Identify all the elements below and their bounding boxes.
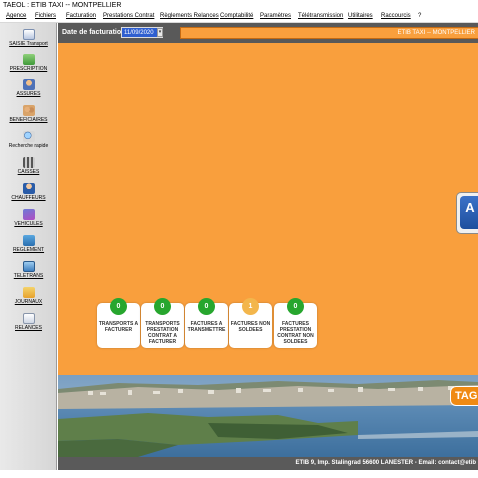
count-badge: 0 (287, 298, 304, 315)
menu-facturation[interactable]: Facturation (66, 11, 96, 22)
card-label: TRANSPORTS PRESTATION CONTRAT A FACTURER (145, 321, 180, 345)
journals-icon (22, 287, 35, 298)
card-factures-prestation-non-soldees[interactable]: 0 FACTURES PRESTATION CONTRAT NON SOLDEE… (274, 298, 317, 348)
beneficiaries-icon (22, 105, 35, 116)
count-badge: 0 (198, 298, 215, 315)
sidebar-item-beneficiaires[interactable]: BENEFICIAIRES (0, 105, 57, 123)
menu-comptabilite[interactable]: Comptabilité (220, 11, 253, 22)
date-picker-button[interactable]: ▾ (157, 28, 163, 37)
sidebar-item-vehicules[interactable]: VEHICULES (0, 209, 57, 227)
reminders-icon (22, 313, 35, 324)
window-title: TAEOL : ETIB TAXI -- MONTPELLIER (0, 0, 478, 11)
count-badge: 1 (242, 298, 259, 315)
menu-fichiers[interactable]: Fichiers (35, 11, 56, 22)
count-badge: 0 (154, 298, 171, 315)
sidebar-item-label: REGLEMENT (12, 247, 45, 253)
card-factures-non-soldees[interactable]: 1 FACTURES NON SOLDEES (229, 298, 272, 348)
sidebar-item-prescription[interactable]: PRESCRIPTION (0, 54, 57, 72)
card-label: TRANSPORTS A FACTURER (98, 321, 139, 333)
count-badge: 0 (110, 298, 127, 315)
menu-bar: Agence Fichiers Facturation Prestations … (0, 11, 478, 23)
sidebar-item-label: VEHICULES (14, 221, 43, 227)
company-banner: ETIB TAXI -- MONTPELLIER (180, 27, 478, 39)
menu-help[interactable]: ? (418, 11, 421, 22)
sidebar-item-label: SAISIE Transport (9, 41, 48, 47)
card-label: FACTURES NON SOLDEES (230, 321, 271, 333)
card-label: FACTURES A TRANSMETTRE (187, 321, 226, 333)
sidebar: SAISIE Transport PRESCRIPTION ASSURES BE… (0, 23, 57, 470)
card-factures-a-transmettre[interactable]: 0 FACTURES A TRANSMETTRE (185, 298, 228, 348)
prescription-icon (22, 54, 35, 65)
card-transports-prestation-contrat[interactable]: 0 TRANSPORTS PRESTATION CONTRAT A FACTUR… (141, 298, 184, 348)
billing-date-label: Date de facturation (62, 29, 126, 36)
sidebar-item-relances[interactable]: RELANCES (0, 313, 57, 331)
teletransmission-icon (22, 261, 35, 272)
sidebar-item-caisses[interactable]: CAISSES (0, 157, 57, 175)
menu-parametres[interactable]: Paramètres (260, 11, 291, 22)
sidebar-item-label: JOURNAUX (14, 299, 43, 305)
sidebar-item-chauffeurs[interactable]: CHAUFFEURS (0, 183, 57, 201)
menu-prestations-contrat[interactable]: Prestations Contrat (103, 11, 154, 22)
sidebar-item-label: BENEFICIAIRES (9, 117, 48, 123)
menu-teletransmission[interactable]: Télétransmission (298, 11, 343, 22)
card-transports-a-facturer[interactable]: 0 TRANSPORTS A FACTURER (97, 298, 140, 348)
sidebar-item-saisie-transport[interactable]: SAISIE Transport (0, 29, 57, 47)
sidebar-item-recherche-rapide[interactable]: Recherche rapide (0, 131, 57, 149)
menu-reglements-relances[interactable]: Règlements Relances (160, 11, 219, 22)
brand-tag: TAG (450, 386, 478, 406)
ambulance-icon (22, 29, 35, 40)
sidebar-item-journaux[interactable]: JOURNAUX (0, 287, 57, 305)
menu-utilitaires[interactable]: Utilitaires (348, 11, 373, 22)
menu-raccourcis[interactable]: Raccourcis (381, 11, 411, 22)
drivers-icon (22, 183, 35, 194)
sidebar-item-label: RELANCES (15, 325, 42, 331)
app-logo: A (456, 192, 478, 234)
sidebar-item-teletrans[interactable]: TELETRANS (0, 261, 57, 279)
sidebar-item-label: CHAUFFEURS (11, 195, 46, 201)
vehicle-icon (22, 209, 35, 220)
payment-icon (22, 235, 35, 246)
sidebar-item-reglement[interactable]: REGLEMENT (0, 235, 57, 253)
insured-icon (22, 79, 35, 90)
harbor-landscape-image (58, 375, 478, 457)
sidebar-item-label: ASSURES (16, 91, 41, 97)
card-label: FACTURES PRESTATION CONTRAT NON SOLDEES (277, 321, 314, 345)
footer-address: ETIB 9, Imp. Stalingrad 56600 LANESTER -… (58, 457, 478, 470)
menu-agence[interactable]: Agence (6, 11, 26, 22)
sidebar-item-label: TELETRANS (13, 273, 44, 279)
sidebar-item-label: PRESCRIPTION (9, 66, 48, 72)
logo-letter: A (460, 196, 478, 229)
sidebar-item-label: Recherche rapide (8, 143, 49, 149)
quick-search-icon (22, 131, 35, 142)
harbor-photo (58, 375, 478, 457)
sidebar-item-label: CAISSES (17, 169, 40, 175)
sidebar-item-assures[interactable]: ASSURES (0, 79, 57, 97)
cash-register-icon (22, 157, 35, 168)
